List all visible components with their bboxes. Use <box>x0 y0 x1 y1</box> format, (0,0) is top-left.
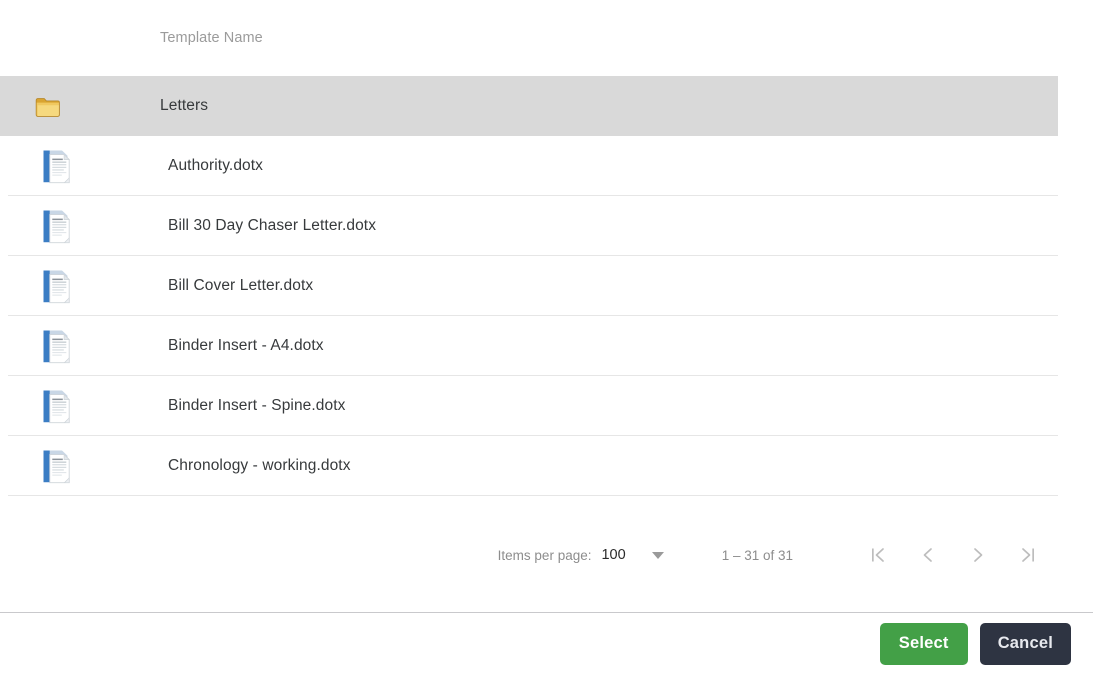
items-per-page-value[interactable]: 100 <box>601 547 625 563</box>
chevron-down-icon[interactable] <box>651 551 664 559</box>
table-row[interactable]: Bill Cover Letter.dotx <box>8 256 1058 316</box>
template-name-label: Authority.dotx <box>168 156 264 174</box>
row-name-cell: Binder Insert - A4.dotx <box>168 337 1058 355</box>
template-name-label: Chronology - working.dotx <box>168 456 351 474</box>
docx-file-icon <box>38 327 72 365</box>
row-name-cell: Chronology - working.dotx <box>168 457 1058 475</box>
dialog-footer: Select Cancel <box>0 613 1093 674</box>
column-header-template-name: Template Name <box>160 30 263 46</box>
list-scrollbar-track[interactable] <box>1058 0 1072 498</box>
table-row[interactable]: Letters <box>0 76 1058 136</box>
row-icon-cell <box>8 267 168 305</box>
docx-file-icon <box>38 387 72 425</box>
folder-icon <box>35 97 60 117</box>
next-page-button[interactable] <box>953 535 1003 575</box>
row-name-cell: Bill 30 Day Chaser Letter.dotx <box>168 217 1058 235</box>
row-name-cell: Bill Cover Letter.dotx <box>168 277 1058 295</box>
docx-file-icon <box>38 267 72 305</box>
row-name-cell: Authority.dotx <box>168 157 1058 175</box>
row-icon-cell <box>8 327 168 365</box>
row-icon-cell <box>0 97 160 117</box>
pagination-range-label: 1 – 31 of 31 <box>721 547 793 563</box>
items-per-page-label: Items per page: <box>497 547 592 563</box>
row-icon-cell <box>8 447 168 485</box>
table-row[interactable]: Bill 30 Day Chaser Letter.dotx <box>8 196 1058 256</box>
last-page-icon <box>1017 544 1039 566</box>
row-icon-cell <box>8 207 168 245</box>
template-list: Template Name Letters Authority.dotx Bill … <box>0 0 1058 498</box>
table-header-row: Template Name <box>0 0 1058 76</box>
docx-file-icon <box>38 147 72 185</box>
template-name-label: Binder Insert - Spine.dotx <box>168 396 346 414</box>
first-page-icon <box>867 544 889 566</box>
template-name-label: Binder Insert - A4.dotx <box>168 336 324 354</box>
row-name-cell: Binder Insert - Spine.dotx <box>168 397 1058 415</box>
table-header-name-cell: Template Name <box>160 30 1058 46</box>
table-row[interactable]: Binder Insert - A4.dotx <box>8 316 1058 376</box>
chevron-right-icon <box>967 544 989 566</box>
cancel-button[interactable]: Cancel <box>979 622 1071 665</box>
first-page-button[interactable] <box>853 535 903 575</box>
table-body: Letters Authority.dotx Bill 30 Day Chaser … <box>0 76 1058 496</box>
table-row[interactable]: Authority.dotx <box>8 136 1058 196</box>
docx-file-icon <box>38 447 72 485</box>
docx-file-icon <box>38 207 72 245</box>
row-icon-cell <box>8 387 168 425</box>
template-name-label: Bill Cover Letter.dotx <box>168 276 314 294</box>
paginator: Items per page: 100 1 – 31 of 31 <box>0 498 1093 612</box>
table-row[interactable]: Binder Insert - Spine.dotx <box>8 376 1058 436</box>
row-name-cell: Letters <box>160 97 1058 115</box>
template-picker-dialog: Template Name Letters Authority.dotx Bill … <box>0 0 1093 674</box>
last-page-button[interactable] <box>1003 535 1053 575</box>
previous-page-button[interactable] <box>903 535 953 575</box>
chevron-left-icon <box>917 544 939 566</box>
table-row[interactable]: Chronology - working.dotx <box>8 436 1058 496</box>
row-icon-cell <box>8 147 168 185</box>
template-name-label: Bill 30 Day Chaser Letter.dotx <box>168 216 377 234</box>
select-button[interactable]: Select <box>879 622 968 665</box>
template-name-label: Letters <box>160 97 209 114</box>
